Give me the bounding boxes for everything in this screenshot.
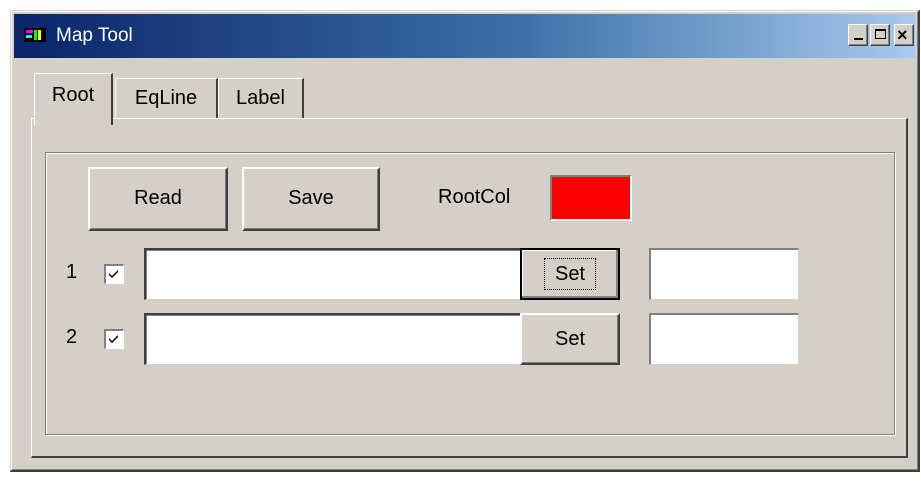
app-icon [24, 26, 46, 44]
close-button[interactable]: × [894, 24, 914, 46]
row-2-path-input[interactable] [144, 313, 521, 365]
row-1-checkbox[interactable] [104, 264, 124, 284]
maximize-icon [875, 29, 886, 39]
row-1-path-input[interactable] [144, 248, 521, 300]
window-title: Map Tool [56, 25, 133, 46]
close-icon: × [897, 25, 908, 45]
row-2-set-button[interactable]: Set [520, 313, 620, 365]
title-bar[interactable]: Map Tool × [14, 14, 915, 58]
maximize-button[interactable] [870, 24, 890, 46]
tab-label[interactable]: Label [218, 78, 304, 118]
tab-root-label: Root [51, 84, 95, 106]
row-2-extra-input[interactable] [649, 313, 799, 365]
row-2-set-label: Set [554, 328, 586, 350]
read-button-label: Read [134, 187, 182, 209]
row-1-set-button[interactable]: Set [520, 248, 620, 300]
row-1-number: 1 [66, 261, 78, 283]
tab-root[interactable]: Root [34, 73, 113, 125]
tab-eqline-label: EqLine [134, 87, 198, 109]
row-1-set-label: Set [543, 258, 597, 290]
save-button-label: Save [288, 187, 334, 209]
checkmark-icon [109, 335, 118, 343]
tab-eqline[interactable]: EqLine [115, 78, 218, 118]
read-button[interactable]: Read [88, 167, 228, 231]
row-2-number: 2 [66, 326, 78, 348]
minimize-icon [854, 38, 863, 40]
rootcol-label: RootCol [438, 186, 511, 208]
rootcol-color-swatch[interactable] [550, 175, 632, 221]
checkmark-icon [109, 270, 118, 278]
minimize-button[interactable] [848, 24, 868, 46]
row-1-extra-input[interactable] [649, 248, 799, 300]
tab-label-label: Label [236, 87, 285, 109]
row-2-checkbox[interactable] [104, 329, 124, 349]
save-button[interactable]: Save [242, 167, 380, 231]
